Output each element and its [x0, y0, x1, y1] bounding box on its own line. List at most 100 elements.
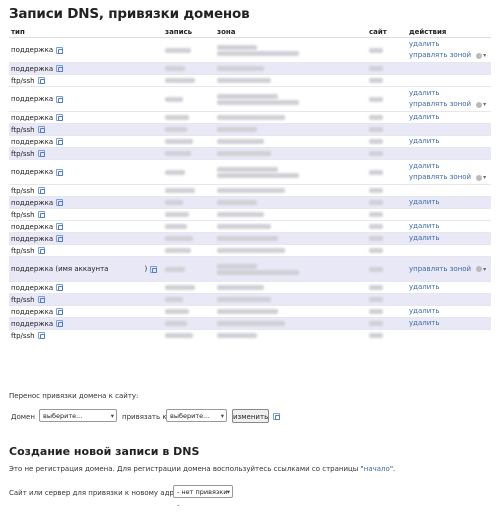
edit-icon[interactable]: [56, 65, 64, 72]
type-cell: ftp/ssh: [9, 208, 163, 221]
edit-icon[interactable]: [56, 114, 64, 121]
redacted-value: [165, 169, 185, 175]
record-cell: [163, 184, 215, 197]
redacted-value: [369, 169, 383, 175]
delete-link[interactable]: удалить: [409, 136, 440, 147]
zone-cell: [215, 196, 367, 209]
delete-link[interactable]: удалить: [409, 161, 440, 172]
table-row: поддержка удалить: [9, 220, 491, 233]
type-cell: поддержка: [9, 62, 163, 75]
chevron-down-icon[interactable]: ▾: [483, 174, 486, 181]
zone-cell: [215, 317, 367, 330]
domain-select[interactable]: выберите... ▾: [39, 409, 117, 422]
delete-link[interactable]: удалить: [409, 112, 440, 123]
edit-icon[interactable]: [37, 211, 45, 218]
delete-link[interactable]: удалить: [409, 282, 440, 293]
table-row: поддержка удалить: [9, 196, 491, 209]
zone-cell: [215, 111, 367, 124]
site-cell: [367, 256, 407, 282]
record-type-label: поддержка: [11, 113, 54, 122]
record-cell: [163, 317, 215, 330]
record-cell: [163, 220, 215, 233]
delete-link[interactable]: удалить: [409, 88, 440, 99]
site-cell: [367, 281, 407, 294]
record-cell: [163, 244, 215, 257]
edit-icon[interactable]: [56, 223, 64, 230]
delete-link[interactable]: удалить: [409, 306, 440, 317]
delete-link[interactable]: удалить: [409, 233, 440, 244]
edit-icon[interactable]: [56, 46, 64, 54]
edit-icon[interactable]: [56, 235, 64, 242]
action-row: управлять зоной ▾: [409, 50, 489, 61]
bind-target-select[interactable]: - нет привязки - ▾: [173, 485, 233, 509]
transfer-heading: Перенос привязки домена к сайту:: [9, 392, 139, 400]
edit-icon[interactable]: [37, 247, 45, 254]
create-note: Это не регистрация домена. Для регистрац…: [9, 465, 396, 473]
edit-icon[interactable]: [37, 187, 45, 194]
action-row: удалить: [409, 282, 489, 293]
edit-icon[interactable]: [37, 150, 45, 157]
site-cell: [367, 244, 407, 257]
delete-link[interactable]: удалить: [409, 39, 440, 50]
record-type-label: поддержка: [11, 319, 54, 328]
record-type-label: поддержка: [11, 283, 54, 292]
record-type-label: поддержка: [11, 95, 54, 103]
table-row: ftp/ssh: [9, 329, 491, 342]
start-page-link[interactable]: начало: [364, 465, 390, 473]
edit-icon[interactable]: [273, 413, 280, 420]
edit-icon[interactable]: [56, 308, 64, 315]
chevron-down-icon[interactable]: ▾: [483, 52, 486, 59]
delete-link[interactable]: удалить: [409, 221, 440, 232]
gear-icon[interactable]: [476, 52, 483, 59]
delete-link[interactable]: удалить: [409, 318, 440, 329]
edit-icon[interactable]: [56, 199, 64, 206]
gear-icon[interactable]: [476, 174, 483, 181]
site-cell: [367, 123, 407, 136]
change-button[interactable]: изменить: [232, 409, 269, 423]
redacted-value: [369, 333, 383, 339]
manage-zone-link[interactable]: управлять зоной: [409, 99, 471, 110]
edit-icon[interactable]: [37, 77, 45, 84]
edit-icon[interactable]: [56, 168, 64, 176]
record-type-label: поддержка: [11, 64, 54, 73]
site-cell: [367, 317, 407, 330]
site-select[interactable]: выберите... ▾: [166, 409, 227, 422]
site-cell: [367, 184, 407, 197]
edit-icon[interactable]: [56, 320, 64, 327]
type-cell: ftp/ssh: [9, 74, 163, 87]
manage-zone-link[interactable]: управлять зоной: [409, 172, 471, 183]
delete-link[interactable]: удалить: [409, 197, 440, 208]
zone-cell: [215, 147, 367, 160]
edit-icon[interactable]: [37, 332, 45, 340]
col-record-header: запись: [163, 27, 215, 38]
manage-zone-link[interactable]: управлять зоной: [409, 50, 471, 61]
site-cell: [367, 86, 407, 112]
redacted-value: [217, 151, 271, 156]
edit-icon[interactable]: [56, 95, 64, 103]
manage-zone-link[interactable]: управлять зоной: [409, 264, 471, 275]
actions-cell: [407, 74, 491, 87]
action-row: удалить: [409, 136, 489, 147]
chevron-down-icon[interactable]: ▾: [483, 266, 486, 273]
redacted-value: [369, 139, 383, 144]
edit-icon[interactable]: [56, 138, 64, 145]
type-cell: поддержка: [9, 37, 163, 63]
site-cell: [367, 293, 407, 306]
edit-icon[interactable]: [37, 126, 45, 133]
redacted-value: [217, 127, 257, 132]
site-cell: [367, 196, 407, 209]
edit-icon[interactable]: [37, 296, 45, 303]
record-type-label: поддержка: [11, 307, 54, 316]
site-cell: [367, 305, 407, 318]
edit-icon[interactable]: [56, 284, 64, 291]
zone-cell: [215, 37, 367, 63]
table-row: поддержка (имя аккаунта) управлять зоной ▾: [9, 256, 491, 282]
edit-icon[interactable]: [150, 265, 158, 273]
table-row: ftp/ssh: [9, 147, 491, 160]
record-cell: [163, 196, 215, 209]
col-zone-header: зона: [215, 27, 367, 38]
gear-icon[interactable]: [476, 101, 483, 108]
chevron-down-icon[interactable]: ▾: [483, 101, 486, 108]
redacted-value: [369, 212, 383, 217]
gear-icon[interactable]: [476, 266, 483, 272]
